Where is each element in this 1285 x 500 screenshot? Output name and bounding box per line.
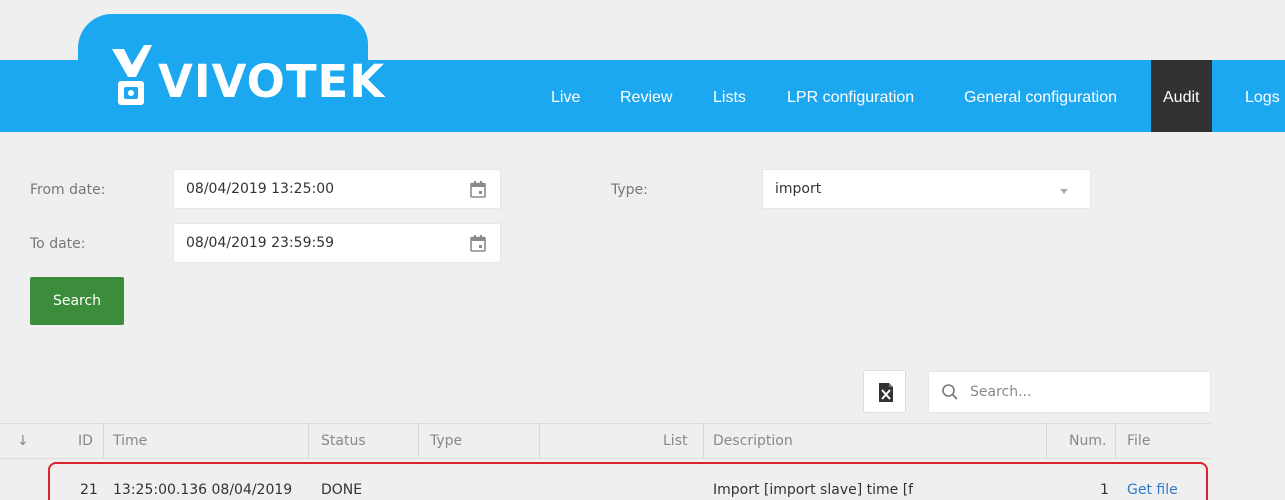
nav-review[interactable]: Review [620, 60, 682, 132]
type-select[interactable]: import [762, 169, 1091, 209]
nav-lists[interactable]: Lists [713, 60, 759, 132]
search-icon [941, 383, 959, 401]
nav-logs[interactable]: Logs [1245, 60, 1285, 132]
nav-lpr-configuration[interactable]: LPR configuration [787, 60, 937, 132]
row-highlight-outline [48, 462, 1208, 500]
excel-export-icon [879, 383, 893, 402]
column-separator [1115, 423, 1116, 458]
column-header-file[interactable]: File [1127, 433, 1150, 449]
column-separator [539, 423, 540, 458]
chevron-down-icon[interactable] [1060, 189, 1068, 194]
vivotek-logo[interactable]: VIVOTEK [110, 40, 385, 112]
from-date-field[interactable]: 08/04/2019 13:25:00 [173, 169, 501, 209]
column-separator [308, 423, 309, 458]
sort-arrow-icon[interactable]: ↓ [17, 433, 29, 449]
from-date-label: From date: [30, 182, 106, 198]
to-date-label: To date: [30, 236, 86, 252]
nav-audit[interactable]: Audit [1151, 60, 1212, 132]
type-label: Type: [611, 182, 648, 198]
table-search-input[interactable]: Search... [928, 371, 1211, 413]
logo-text: VIVOTEK [158, 54, 386, 108]
column-header-id[interactable]: ID [78, 433, 93, 449]
column-separator [103, 423, 104, 458]
export-excel-button[interactable] [863, 370, 906, 413]
calendar-icon[interactable] [470, 235, 486, 252]
from-date-value: 08/04/2019 13:25:00 [186, 181, 335, 197]
column-separator [1046, 423, 1047, 458]
table-header-top-border [0, 423, 1211, 424]
column-separator [703, 423, 704, 458]
column-header-list[interactable]: List [663, 433, 687, 449]
table-header-bottom-border [0, 458, 1211, 459]
calendar-icon[interactable] [470, 181, 486, 198]
column-header-num[interactable]: Num. [1069, 433, 1106, 449]
column-header-status[interactable]: Status [321, 433, 366, 449]
table-search-placeholder: Search... [970, 384, 1032, 400]
nav-live[interactable]: Live [551, 60, 597, 132]
column-header-description[interactable]: Description [713, 433, 793, 449]
search-button[interactable]: Search [30, 277, 124, 325]
vivotek-logo-mark [110, 43, 154, 109]
column-separator [418, 423, 419, 458]
type-select-value: import [775, 181, 822, 197]
column-header-time[interactable]: Time [113, 433, 147, 449]
nav-general-configuration[interactable]: General configuration [964, 60, 1136, 132]
column-header-type[interactable]: Type [430, 433, 462, 449]
to-date-value: 08/04/2019 23:59:59 [186, 235, 335, 251]
to-date-field[interactable]: 08/04/2019 23:59:59 [173, 223, 501, 263]
